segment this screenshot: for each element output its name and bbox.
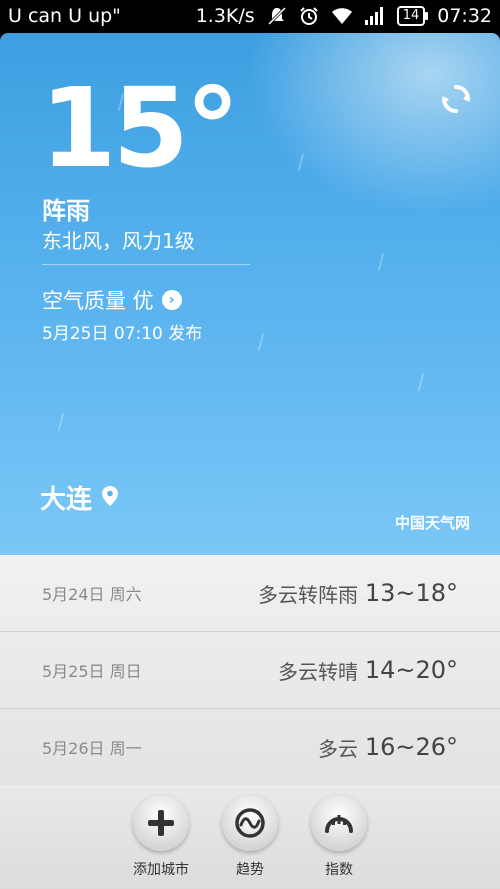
forecast-condition: 多云 (318, 736, 358, 761)
publish-time: 5月25日 07:10 发布 (42, 324, 203, 344)
signal-icon (364, 7, 385, 25)
forecast-date: 5月26日 周一 (42, 739, 142, 758)
forecast-row[interactable]: 5月24日 周六 多云转阵雨 13~18° (0, 555, 500, 632)
air-quality-label: 空气质量 优 (42, 289, 154, 313)
index-button[interactable]: 指数 (299, 795, 379, 879)
status-icons: 1.3K/s 14 07:32 (196, 5, 492, 27)
trend-label: 趋势 (236, 862, 264, 878)
trend-button[interactable]: 趋势 (210, 795, 290, 879)
alarm-icon (299, 6, 319, 26)
forecast-row[interactable]: 5月25日 周日 多云转晴 14~20° (0, 632, 500, 709)
plus-icon (133, 795, 189, 851)
forecast-range: 16~26° (364, 733, 458, 761)
rain-streak (297, 153, 305, 171)
location-pin-icon (102, 483, 119, 513)
bottom-action-bar: 添加城市 趋势 指数 (0, 785, 500, 889)
forecast-list: 5月24日 周六 多云转阵雨 13~18° 5月25日 周日 多云转晴 14~2… (0, 555, 500, 786)
forecast-row[interactable]: 5月26日 周一 多云 16~26° (0, 709, 500, 786)
add-city-label: 添加城市 (133, 862, 189, 878)
wifi-icon (331, 7, 353, 25)
weather-condition: 阵雨 (42, 197, 90, 225)
carrier-name: U can U up" (8, 5, 121, 27)
gauge-icon (311, 795, 367, 851)
city-selector[interactable]: 大连 (40, 479, 119, 516)
rain-streak (417, 373, 425, 391)
data-source: 中国天气网 (394, 514, 470, 532)
forecast-condition: 多云转晴 (278, 659, 358, 684)
mute-icon (267, 6, 287, 26)
index-label: 指数 (325, 862, 353, 878)
refresh-icon[interactable] (440, 83, 472, 115)
trend-icon (222, 795, 278, 851)
current-temperature: 15° (40, 64, 240, 192)
forecast-date: 5月24日 周六 (42, 585, 142, 604)
forecast-condition: 多云转阵雨 (258, 582, 358, 607)
forecast-date: 5月25日 周日 (42, 662, 142, 681)
status-bar: U can U up" 1.3K/s 14 07:32 (0, 0, 500, 33)
battery-icon: 14 (396, 6, 428, 26)
rain-streak (377, 253, 385, 271)
city-name: 大连 (40, 485, 93, 515)
divider (42, 264, 250, 265)
network-speed: 1.3K/s (195, 5, 255, 27)
chevron-right-icon: › (161, 290, 182, 310)
forecast-range: 13~18° (364, 579, 458, 607)
forecast-range: 14~20° (364, 656, 458, 684)
wind-info: 东北风，风力1级 (42, 229, 195, 253)
rain-streak (257, 333, 265, 351)
weather-panel[interactable]: 15° 阵雨 东北风，风力1级 空气质量 优 › 5月25日 07:10 发布 … (0, 33, 500, 555)
clock: 07:32 (437, 5, 492, 27)
rain-streak (57, 413, 65, 431)
air-quality-link[interactable]: 空气质量 优 › (42, 285, 182, 315)
add-city-button[interactable]: 添加城市 (121, 795, 201, 879)
